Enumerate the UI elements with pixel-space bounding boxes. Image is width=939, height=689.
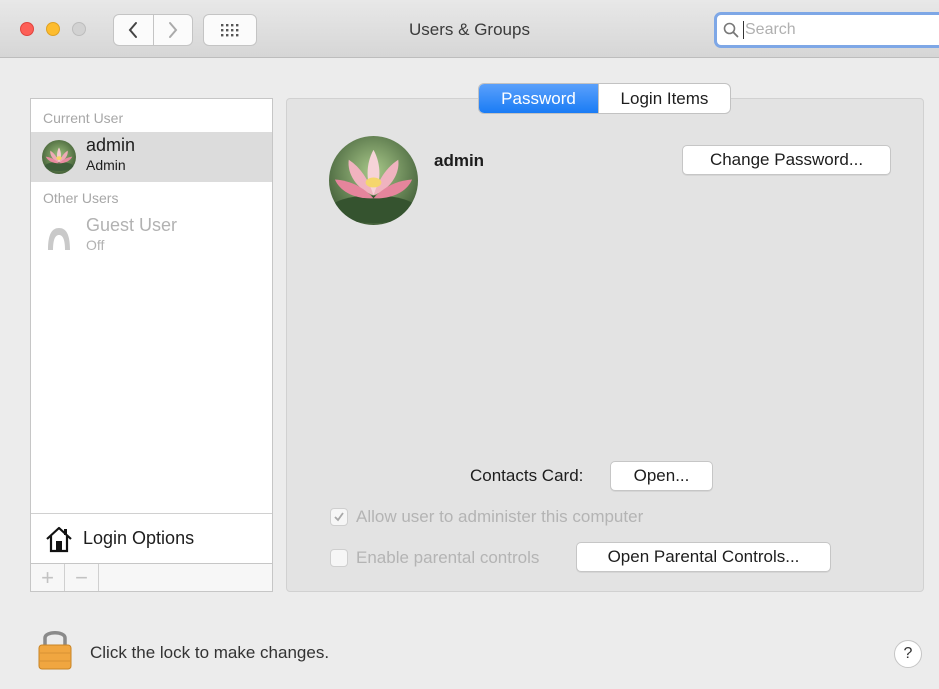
search-field[interactable] bbox=[714, 12, 939, 48]
title-bar: Users & Groups bbox=[0, 0, 939, 58]
checkmark-icon bbox=[334, 512, 344, 522]
user-name: Guest User bbox=[86, 215, 178, 235]
login-options-item[interactable]: Login Options bbox=[31, 513, 272, 563]
selected-user-name: admin bbox=[434, 151, 485, 170]
other-users-header: Other Users bbox=[43, 190, 119, 206]
house-icon bbox=[46, 526, 72, 553]
user-status: Off bbox=[86, 237, 105, 253]
list-controls: + − bbox=[31, 563, 272, 591]
allow-admin-checkbox[interactable] bbox=[330, 508, 348, 526]
help-button[interactable]: ? bbox=[894, 640, 922, 668]
avatar bbox=[42, 140, 76, 174]
contacts-card-label: Contacts Card: bbox=[470, 466, 584, 485]
login-options-label: Login Options bbox=[83, 528, 195, 548]
guest-user-icon bbox=[42, 220, 76, 254]
tab-password[interactable]: Password bbox=[479, 84, 598, 113]
parental-controls-checkbox[interactable] bbox=[330, 549, 348, 567]
lock-message: Click the lock to make changes. bbox=[90, 643, 330, 662]
open-parental-controls-button[interactable]: Open Parental Controls... bbox=[576, 542, 831, 572]
parental-controls-label: Enable parental controls bbox=[356, 548, 540, 567]
user-row-admin[interactable]: admin Admin bbox=[31, 132, 272, 182]
search-icon bbox=[723, 22, 739, 38]
remove-user-button[interactable]: − bbox=[65, 564, 99, 591]
search-input[interactable] bbox=[743, 21, 923, 39]
user-picture[interactable] bbox=[329, 136, 418, 225]
open-contacts-card-button[interactable]: Open... bbox=[610, 461, 713, 491]
parental-controls-row: Enable parental controls bbox=[330, 548, 539, 568]
user-row-guest[interactable]: Guest User Off bbox=[31, 212, 272, 262]
change-password-button[interactable]: Change Password... bbox=[682, 145, 891, 175]
allow-admin-row: Allow user to administer this computer bbox=[330, 507, 643, 527]
allow-admin-label: Allow user to administer this computer bbox=[356, 507, 644, 526]
user-name: admin bbox=[86, 135, 136, 155]
add-user-button[interactable]: + bbox=[31, 564, 65, 591]
user-role: Admin bbox=[86, 157, 126, 173]
tab-login-items[interactable]: Login Items bbox=[598, 84, 730, 113]
tab-bar: Password Login Items bbox=[478, 83, 731, 114]
current-user-header: Current User bbox=[43, 110, 124, 126]
user-list: Current User admin Admin Other Users Gue… bbox=[30, 98, 273, 592]
lock-icon[interactable] bbox=[37, 626, 73, 675]
